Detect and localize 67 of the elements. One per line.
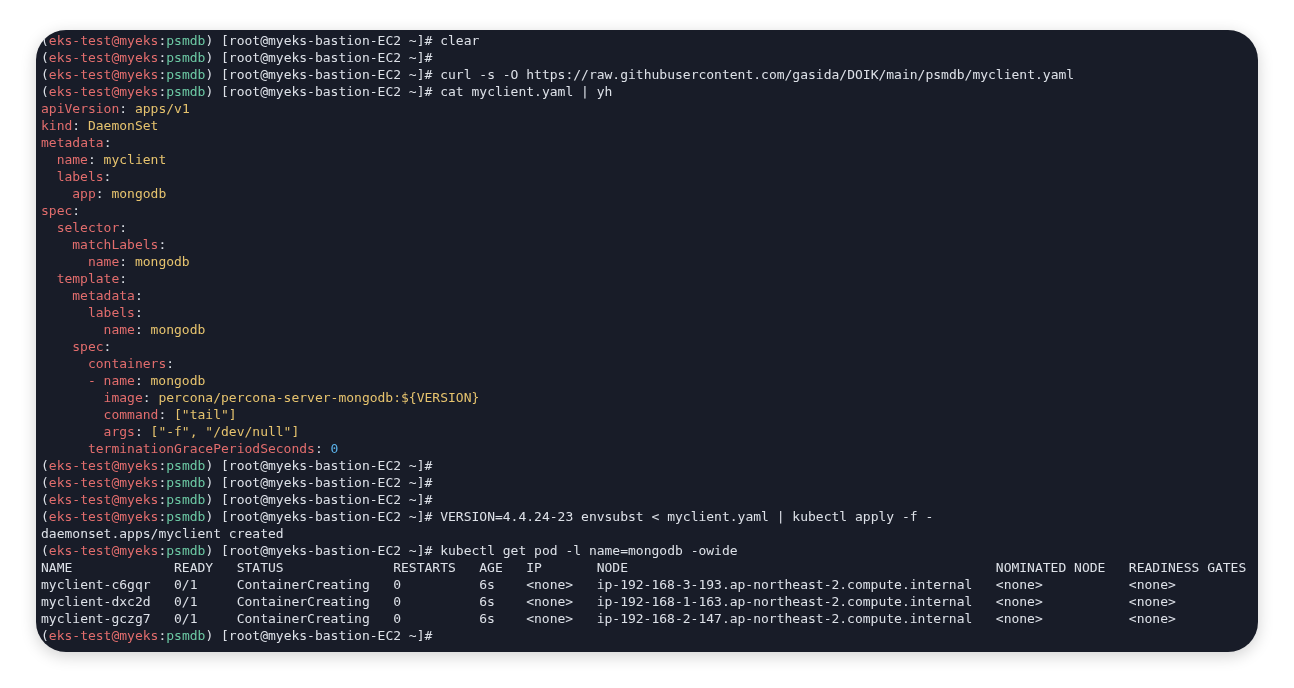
- yaml-line: image: percona/percona-server-mongodb:${VERSION}: [102, 389, 480, 406]
- prompt-line: (eks-test@myeks:psmdb) [root@myeks-bastion-EC2 ~]# cat myclient.yaml | yh: [41, 83, 613, 100]
- yaml-line: containers:: [86, 355, 175, 372]
- prompt-line: (eks-test@myeks:psmdb) [root@myeks-bastion-EC2 ~]# VERSION=4.4.24-23 envsubst < myclient.yaml | kubectl apply -f -: [41, 508, 934, 525]
- column-header: STATUS: [236, 559, 285, 576]
- column-header: RESTARTS: [393, 559, 457, 576]
- output-line: daemonset.apps/myclient created: [41, 525, 284, 542]
- table-cell: ip-192-168-1-163.ap-northeast-2.compute.internal: [596, 594, 973, 609]
- prompt-line: (eks-test@myeks:psmdb) [root@myeks-bastion-EC2 ~]#: [41, 491, 433, 508]
- yaml-line: name: mongodb: [102, 321, 206, 338]
- table-cell: ContainerCreating: [236, 611, 370, 626]
- yaml-line: template:: [55, 270, 128, 287]
- yaml-line: terminationGracePeriodSeconds: 0: [86, 440, 339, 457]
- table-cell: 0: [393, 594, 401, 609]
- table-cell: 0/1: [174, 577, 198, 592]
- yaml-line: matchLabels:: [71, 236, 167, 253]
- table-cell: <none>: [526, 594, 574, 609]
- column-header: NOMINATED NODE: [995, 559, 1107, 576]
- table-cell: <none>: [1128, 611, 1176, 626]
- table-cell: 0/1: [174, 611, 198, 626]
- table-cell: <none>: [526, 611, 574, 626]
- prompt-line: (eks-test@myeks:psmdb) [root@myeks-bastion-EC2 ~]#: [41, 627, 433, 644]
- yaml-line: name: myclient: [55, 151, 167, 168]
- yaml-line: app: mongodb: [71, 185, 167, 202]
- table-cell: 0/1: [174, 594, 198, 609]
- yaml-line: metadata:: [41, 134, 112, 151]
- table-cell: 0: [393, 611, 401, 626]
- prompt-line: (eks-test@myeks:psmdb) [root@myeks-bastion-EC2 ~]#: [41, 49, 433, 66]
- yaml-line: command: ["tail"]: [102, 406, 237, 423]
- prompt-line: (eks-test@myeks:psmdb) [root@myeks-bastion-EC2 ~]#: [41, 457, 433, 474]
- column-header: AGE: [479, 559, 504, 576]
- table-cell: 6s: [479, 577, 495, 592]
- yaml-line: spec:: [41, 202, 81, 219]
- yaml-line: labels:: [86, 304, 143, 321]
- table-cell: myclient-c6gqr: [41, 577, 151, 592]
- yaml-line: kind: DaemonSet: [41, 117, 159, 134]
- yaml-line: args: ["-f", "/dev/null"]: [102, 423, 300, 440]
- table-cell: ip-192-168-2-147.ap-northeast-2.compute.internal: [596, 611, 973, 626]
- table-cell: 6s: [479, 594, 495, 609]
- table-cell: <none>: [995, 577, 1043, 592]
- prompt-line: (eks-test@myeks:psmdb) [root@myeks-bastion-EC2 ~]#: [41, 474, 433, 491]
- table-cell: myclient-gczg7: [41, 611, 151, 626]
- table-cell: <none>: [995, 594, 1043, 609]
- column-header: READY: [174, 559, 215, 576]
- table-cell: 6s: [479, 611, 495, 626]
- table-cell: ip-192-168-3-193.ap-northeast-2.compute.internal: [596, 577, 973, 592]
- table-cell: <none>: [1128, 577, 1176, 592]
- table-cell: ContainerCreating: [236, 577, 370, 592]
- yaml-line: name: mongodb: [86, 253, 190, 270]
- table-cell: <none>: [1128, 594, 1176, 609]
- column-header: NAME: [41, 559, 74, 576]
- column-header: READINESS GATES: [1128, 559, 1248, 576]
- table-cell: <none>: [526, 577, 574, 592]
- table-cell: <none>: [995, 611, 1043, 626]
- prompt-line: (eks-test@myeks:psmdb) [root@myeks-bastion-EC2 ~]# kubectl get pod -l name=mongodb -owide: [41, 542, 738, 559]
- yaml-line: metadata:: [71, 287, 143, 304]
- yaml-line: spec:: [71, 338, 112, 355]
- yaml-line: selector:: [55, 219, 128, 236]
- yaml-line: - name: mongodb: [86, 372, 206, 389]
- column-header: NODE: [596, 559, 629, 576]
- prompt-line: (eks-test@myeks:psmdb) [root@myeks-bastion-EC2 ~]# curl -s -O https://raw.githubusercontent.com/gasida/DOIK/main/psmdb/myclient.yaml: [41, 66, 1075, 83]
- table-cell: myclient-dxc2d: [41, 594, 151, 609]
- yaml-line: labels:: [55, 168, 112, 185]
- table-cell: 0: [393, 577, 401, 592]
- yaml-line: apiVersion: apps/v1: [41, 100, 190, 117]
- column-header: IP: [526, 559, 543, 576]
- table-cell: ContainerCreating: [236, 594, 370, 609]
